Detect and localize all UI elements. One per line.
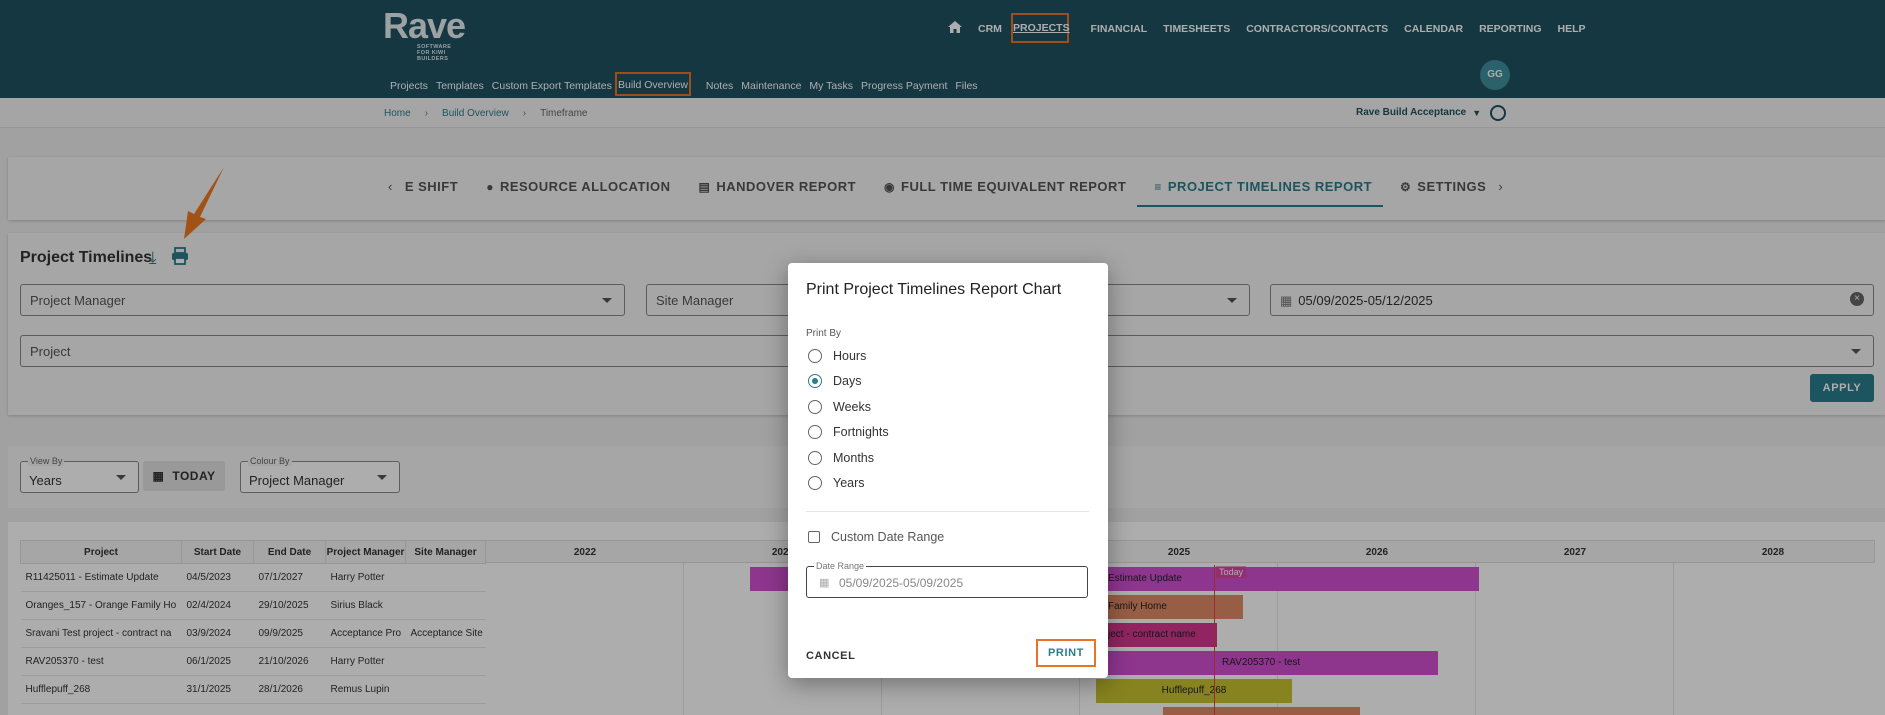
radio-button[interactable] [808, 476, 822, 490]
checkbox-box[interactable] [808, 531, 820, 543]
radio-label: Months [833, 451, 874, 465]
calendar-icon: ▦ [819, 577, 830, 589]
cancel-button[interactable]: CANCEL [806, 650, 855, 662]
custom-date-range-checkbox[interactable]: Custom Date Range [808, 530, 944, 544]
print-dialog: Print Project Timelines Report Chart Pri… [788, 263, 1108, 678]
radio-button[interactable] [808, 451, 822, 465]
print-button[interactable]: PRINT [1036, 639, 1096, 667]
radio-button-selected[interactable] [808, 374, 822, 388]
radio-years[interactable]: Years [808, 476, 865, 490]
dialog-title: Print Project Timelines Report Chart [806, 281, 1062, 298]
radio-button[interactable] [808, 425, 822, 439]
print-date-range-input[interactable]: Date Range ▦ 05/09/2025-05/09/2025 [806, 561, 1088, 598]
radio-days[interactable]: Days [808, 374, 861, 388]
radio-weeks[interactable]: Weeks [808, 400, 871, 414]
radio-button[interactable] [808, 400, 822, 414]
radio-label: Fortnights [833, 425, 889, 439]
radio-label: Years [833, 476, 865, 490]
print-by-label: Print By [806, 328, 842, 339]
radio-label: Weeks [833, 400, 871, 414]
radio-months[interactable]: Months [808, 451, 874, 465]
radio-fortnights[interactable]: Fortnights [808, 425, 889, 439]
radio-hours[interactable]: Hours [808, 349, 866, 363]
radio-label: Hours [833, 349, 867, 363]
radio-label: Days [833, 374, 862, 388]
date-range-label: Date Range [814, 561, 867, 571]
radio-button[interactable] [808, 349, 822, 363]
dialog-divider [806, 511, 1089, 512]
date-range-value: 05/09/2025-05/09/2025 [839, 576, 964, 590]
checkbox-label: Custom Date Range [831, 530, 945, 544]
